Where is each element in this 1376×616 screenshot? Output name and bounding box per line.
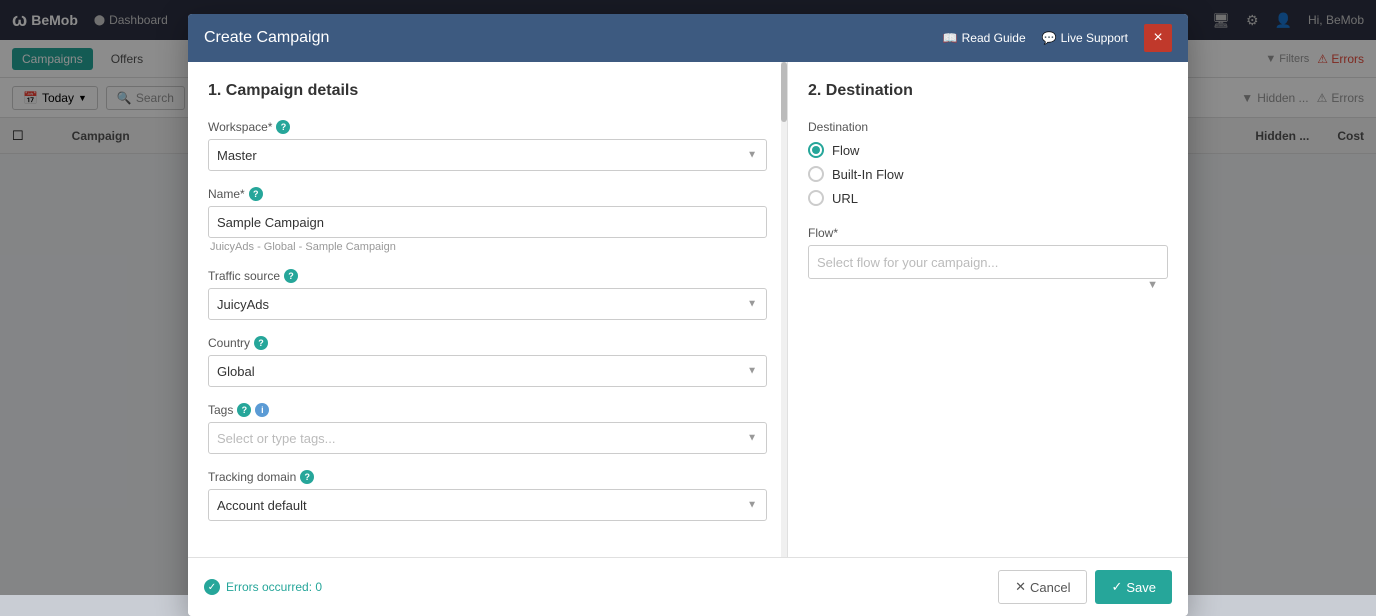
traffic-source-label: Traffic source ? (208, 269, 767, 283)
campaign-details-title: 1. Campaign details (208, 82, 767, 100)
country-select-wrapper: Global ▼ (208, 355, 767, 387)
tags-select-wrapper: Select or type tags... ▼ (208, 422, 767, 454)
tags-info-icon[interactable]: i (255, 403, 269, 417)
modal-header: Create Campaign 📖 Read Guide 💬 Live Supp… (188, 14, 1188, 62)
country-group: Country ? Global ▼ (208, 336, 767, 387)
tracking-domain-label: Tracking domain ? (208, 470, 767, 484)
errors-info: ✓ Errors occurred: 0 (204, 579, 322, 595)
cancel-x-icon: ✕ (1015, 579, 1026, 595)
radio-builtin-flow[interactable]: Built-In Flow (808, 166, 1168, 182)
tracking-domain-select-wrapper: Account default ▼ (208, 489, 767, 521)
flow-select-wrapper: Select flow for your campaign... ▼ (808, 245, 1168, 279)
country-select[interactable]: Global (208, 355, 767, 387)
traffic-source-select[interactable]: JuicyAds (208, 288, 767, 320)
scrollbar-thumb[interactable] (781, 62, 787, 122)
workspace-label: Workspace* ? (208, 120, 767, 134)
radio-builtin-circle (808, 166, 824, 182)
tracking-domain-select[interactable]: Account default (208, 489, 767, 521)
workspace-select-wrapper: Master ▼ (208, 139, 767, 171)
name-input[interactable] (208, 206, 767, 238)
modal-title: Create Campaign (204, 29, 329, 47)
traffic-source-select-wrapper: JuicyAds ▼ (208, 288, 767, 320)
country-help-icon[interactable]: ? (254, 336, 268, 350)
radio-flow-circle (808, 142, 824, 158)
book-icon: 📖 (943, 31, 958, 45)
radio-url-circle (808, 190, 824, 206)
flow-label: Flow* (808, 226, 1168, 240)
footer-buttons: ✕ Cancel ✓ Save (998, 570, 1172, 604)
tags-group: Tags ? i Select or type tags... ▼ (208, 403, 767, 454)
destination-section: Destination Flow Built-In Flow (808, 120, 1168, 206)
modal-footer: ✓ Errors occurred: 0 ✕ Cancel ✓ Save (188, 557, 1188, 616)
tags-select[interactable]: Select or type tags... (208, 422, 767, 454)
live-support-button[interactable]: 💬 Live Support (1042, 31, 1128, 45)
left-panel: 1. Campaign details Workspace* ? Master … (188, 62, 788, 557)
create-campaign-modal: Create Campaign 📖 Read Guide 💬 Live Supp… (188, 14, 1188, 616)
destination-radio-group: Flow Built-In Flow URL (808, 142, 1168, 206)
radio-flow-dot (812, 146, 820, 154)
right-panel: 2. Destination Destination Flow Bui (788, 62, 1188, 557)
tags-help-icon[interactable]: ? (237, 403, 251, 417)
tags-label: Tags ? i (208, 403, 767, 417)
tracking-domain-group: Tracking domain ? Account default ▼ (208, 470, 767, 521)
save-check-icon: ✓ (1111, 579, 1122, 595)
cancel-button[interactable]: ✕ Cancel (998, 570, 1087, 604)
traffic-source-help-icon[interactable]: ? (284, 269, 298, 283)
chat-icon: 💬 (1042, 31, 1057, 45)
radio-url[interactable]: URL (808, 190, 1168, 206)
tracking-domain-help-icon[interactable]: ? (300, 470, 314, 484)
workspace-help-icon[interactable]: ? (276, 120, 290, 134)
traffic-source-group: Traffic source ? JuicyAds ▼ (208, 269, 767, 320)
name-group: Name* ? JuicyAds - Global - Sample Campa… (208, 187, 767, 253)
workspace-select[interactable]: Master (208, 139, 767, 171)
modal-header-actions: 📖 Read Guide 💬 Live Support × (943, 24, 1172, 52)
destination-label: Destination (808, 120, 1168, 134)
name-help-icon[interactable]: ? (249, 187, 263, 201)
name-hint: JuicyAds - Global - Sample Campaign (208, 241, 767, 253)
radio-flow[interactable]: Flow (808, 142, 1168, 158)
name-label: Name* ? (208, 187, 767, 201)
flow-section: Flow* Select flow for your campaign... ▼ (808, 226, 1168, 279)
flow-select[interactable]: Select flow for your campaign... (808, 245, 1168, 279)
modal-close-button[interactable]: × (1144, 24, 1172, 52)
check-icon: ✓ (204, 579, 220, 595)
flow-chevron-icon: ▼ (1147, 279, 1158, 291)
scrollbar-track (781, 62, 787, 557)
workspace-group: Workspace* ? Master ▼ (208, 120, 767, 171)
destination-title: 2. Destination (808, 82, 1168, 100)
country-label: Country ? (208, 336, 767, 350)
read-guide-button[interactable]: 📖 Read Guide (943, 31, 1026, 45)
save-button[interactable]: ✓ Save (1095, 570, 1172, 604)
modal-body: 1. Campaign details Workspace* ? Master … (188, 62, 1188, 557)
